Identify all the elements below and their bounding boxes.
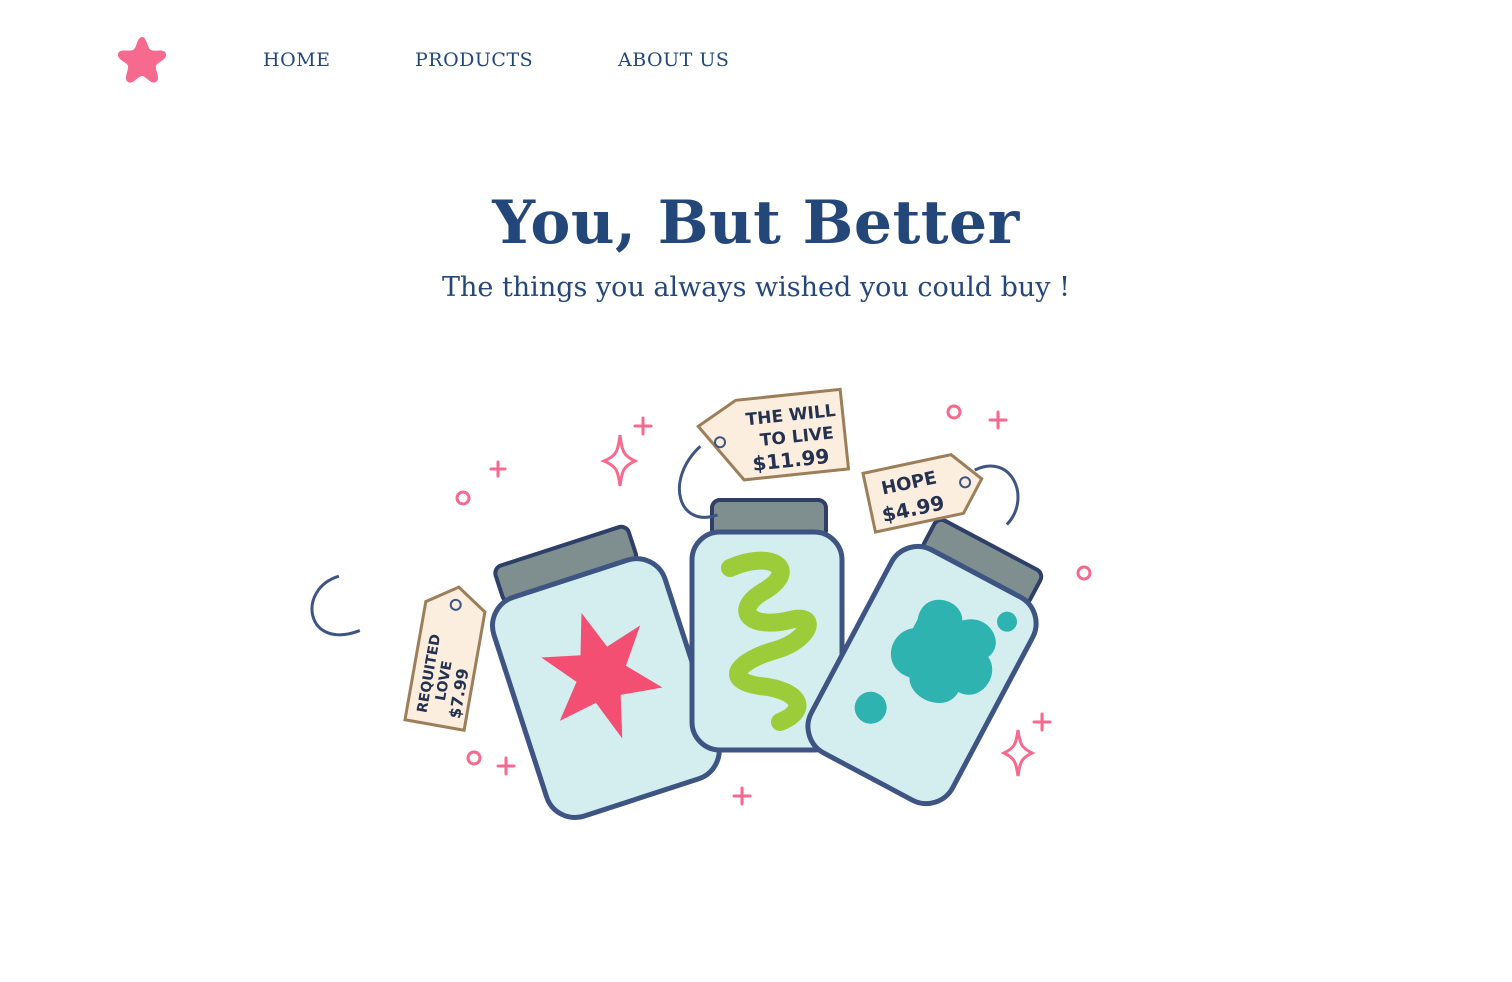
jar-requited-love (490, 524, 722, 820)
nav-home-link[interactable]: HOME (263, 49, 330, 71)
top-nav: HOME PRODUCTS ABOUT US (0, 0, 900, 124)
jars-illustration: REQUITED LOVE $7.99 THE WILL TO LIVE $11… (310, 387, 1092, 820)
hero-title: You, But Better (492, 188, 1020, 258)
nav-about-us-link[interactable]: ABOUT US (618, 49, 729, 71)
tag-requited-love: REQUITED LOVE $7.99 (310, 574, 487, 732)
nav-products-link[interactable]: PRODUCTS (415, 49, 533, 71)
hero-illustration: REQUITED LOVE $7.99 THE WILL TO LIVE $11… (280, 340, 1230, 860)
hero-subtitle: The things you always wished you could b… (441, 272, 1070, 303)
